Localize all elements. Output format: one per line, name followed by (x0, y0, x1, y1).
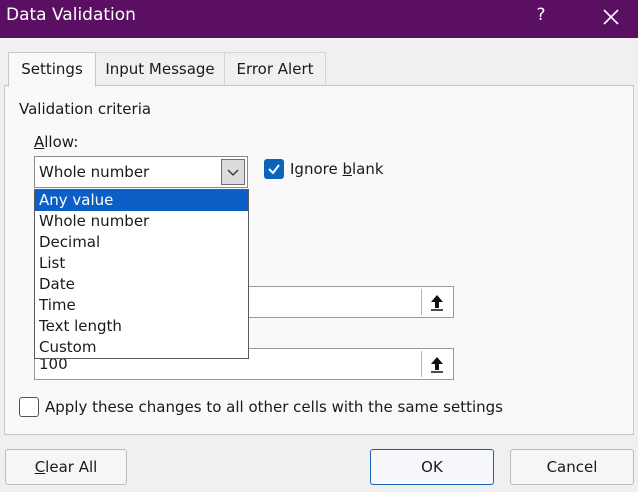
arrow-up-icon (431, 357, 443, 373)
ignore-blank-checkbox[interactable] (264, 159, 284, 179)
ok-button[interactable]: OK (370, 449, 494, 485)
chevron-down-icon (227, 169, 239, 176)
allow-option-custom[interactable]: Custom (35, 337, 248, 358)
maximum-range-picker[interactable] (421, 351, 451, 377)
clear-all-accesskey: C (34, 458, 46, 476)
minimum-range-picker[interactable] (421, 289, 451, 315)
allow-dropdown-button[interactable] (221, 159, 245, 185)
cancel-button[interactable]: Cancel (510, 449, 634, 485)
ignore-blank-label-post: lank (352, 160, 384, 178)
ignore-blank-accesskey: b (342, 160, 352, 178)
tab-settings[interactable]: Settings (8, 52, 96, 87)
allow-label-text: llow: (44, 133, 79, 151)
apply-all-label[interactable]: Apply these changes to all other cells w… (45, 398, 503, 416)
allow-option-text-length[interactable]: Text length (35, 316, 248, 337)
clear-all-button[interactable]: Clear All (5, 449, 127, 485)
allow-options-list[interactable]: Any value Whole number Decimal List Date… (34, 189, 249, 359)
allow-label-accesskey: A (34, 133, 45, 151)
validation-criteria-heading: Validation criteria (19, 100, 152, 118)
close-button[interactable] (594, 0, 628, 38)
dialog-title: Data Validation (6, 5, 136, 25)
tab-error-alert[interactable]: Error Alert (224, 52, 326, 86)
allow-label: Allow: (34, 133, 78, 151)
clear-all-label: lear All (45, 458, 98, 476)
allow-option-decimal[interactable]: Decimal (35, 232, 248, 253)
close-icon (603, 9, 619, 25)
allow-option-time[interactable]: Time (35, 295, 248, 316)
tab-input-message[interactable]: Input Message (95, 52, 225, 86)
help-button[interactable]: ? (533, 5, 549, 25)
arrow-up-icon (431, 295, 443, 311)
ignore-blank-label[interactable]: Ignore blank (290, 160, 384, 178)
allow-selected-value: Whole number (39, 163, 150, 181)
allow-option-whole-number[interactable]: Whole number (35, 211, 248, 232)
title-bar: Data Validation ? (0, 0, 638, 38)
allow-option-any-value[interactable]: Any value (35, 190, 248, 211)
allow-dropdown[interactable]: Whole number (34, 156, 248, 188)
allow-option-list[interactable]: List (35, 253, 248, 274)
apply-all-checkbox[interactable] (19, 397, 39, 417)
checkmark-icon (268, 164, 280, 175)
ignore-blank-label-pre: Ignore (290, 160, 343, 178)
allow-option-date[interactable]: Date (35, 274, 248, 295)
